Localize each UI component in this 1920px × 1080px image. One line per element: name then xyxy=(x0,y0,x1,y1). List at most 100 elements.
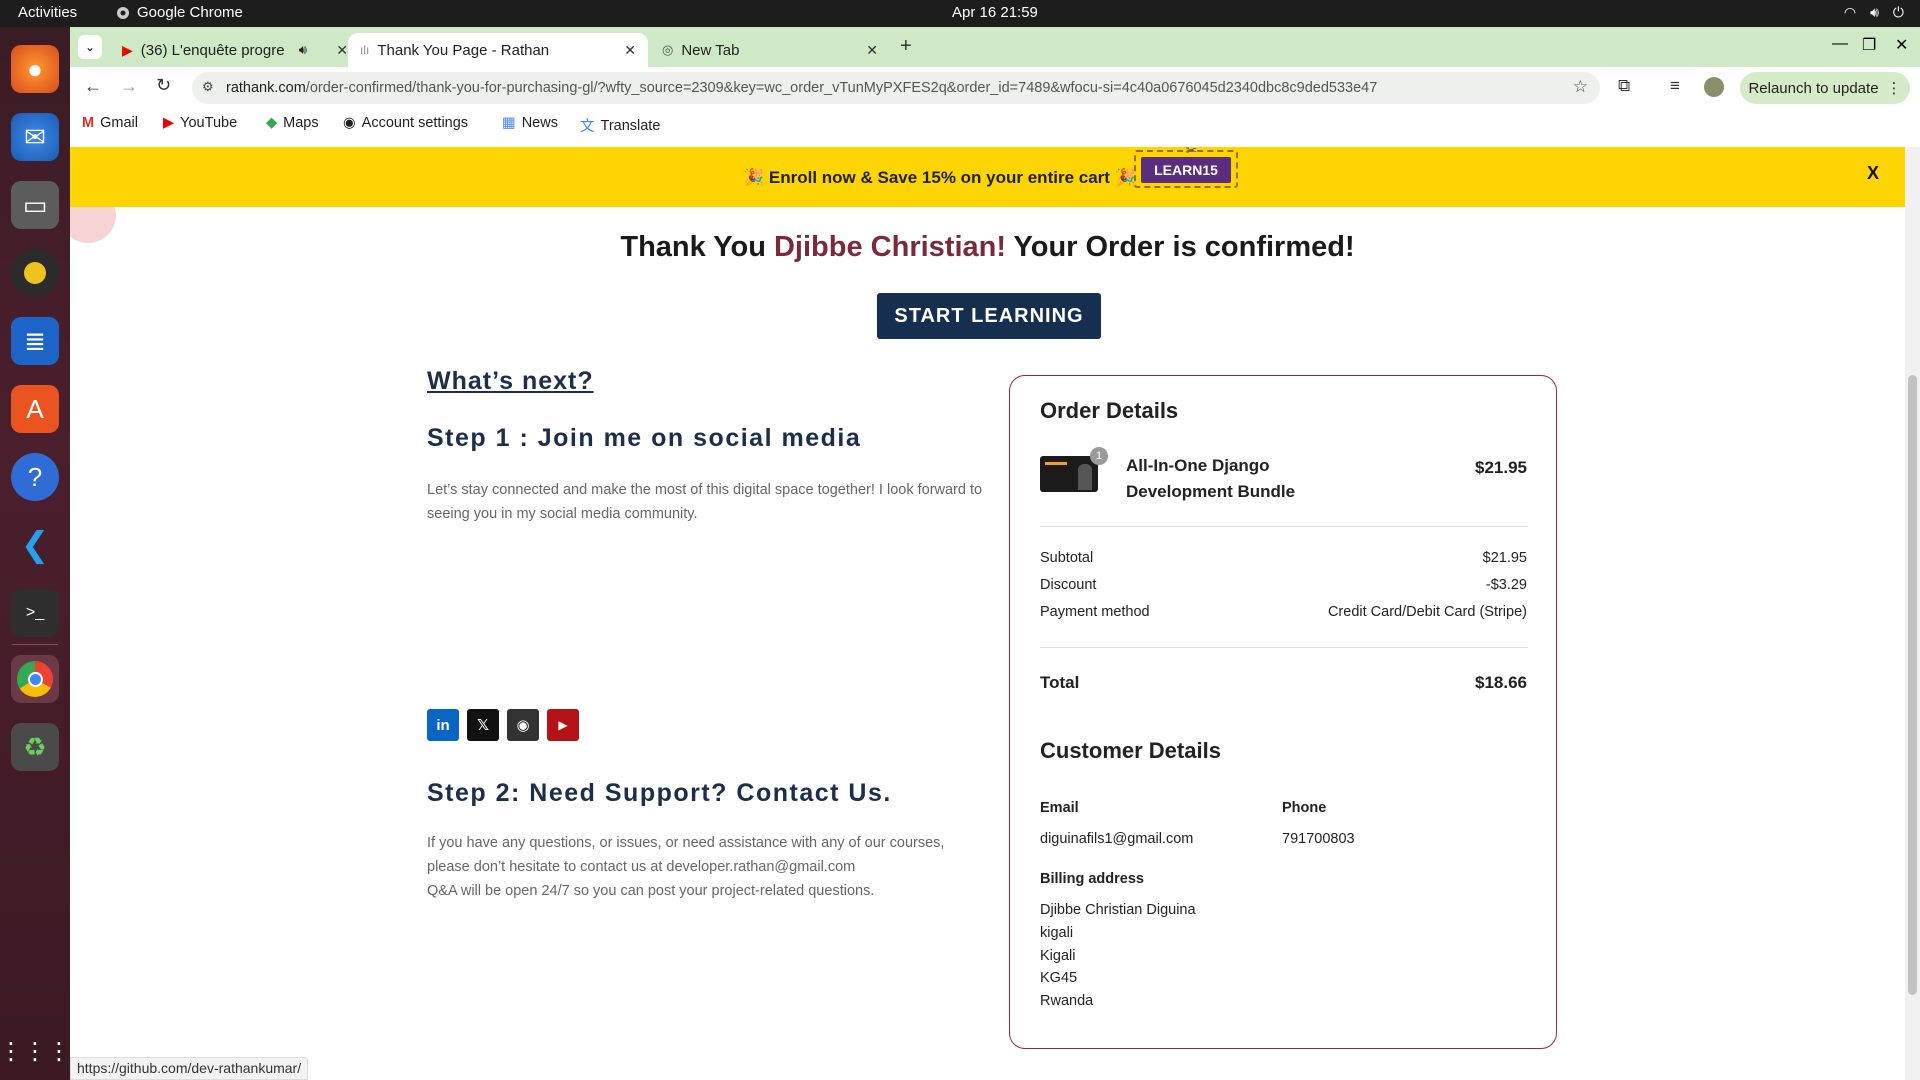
scrollbar-thumb[interactable] xyxy=(1908,375,1917,995)
order-details-heading: Order Details xyxy=(1040,398,1179,423)
vscode-icon[interactable]: ❮ xyxy=(11,521,59,569)
total-value: $18.66 xyxy=(1475,673,1527,692)
more-menu-icon: ⋮ xyxy=(1886,80,1902,97)
product-thumbnail xyxy=(1040,456,1098,492)
github-icon[interactable]: ◉ xyxy=(507,709,539,741)
bookmark-label: Gmail xyxy=(100,115,138,131)
step2-text: If you have any questions, or issues, or… xyxy=(427,831,1027,903)
close-tab-icon[interactable]: ✕ xyxy=(624,42,636,59)
app-center-icon[interactable]: A xyxy=(11,385,59,433)
files-icon[interactable]: ▭ xyxy=(11,181,59,229)
bookmark-maps[interactable]: ◆ Maps xyxy=(266,115,319,131)
trash-icon[interactable]: ♻ xyxy=(11,723,59,771)
rhythmbox-icon[interactable] xyxy=(11,249,59,297)
billing-line: KG45 xyxy=(1040,970,1078,986)
maps-icon: ◆ xyxy=(266,115,278,131)
billing-line: Rwanda xyxy=(1040,993,1094,1009)
youtube-icon[interactable]: ▶ xyxy=(547,709,579,741)
title-suffix: Your Order is confirmed! xyxy=(1006,231,1355,263)
bookmark-youtube[interactable]: ▶ YouTube xyxy=(163,115,237,131)
customer-name: Djibbe Christian! xyxy=(773,231,1006,263)
youtube-icon: ▶ xyxy=(163,115,175,131)
bookmarks-bar: M Gmail ▶ YouTube ◆ Maps ◉ Account settings … xyxy=(70,109,1920,139)
media-controls-icon[interactable]: ≡ xyxy=(1670,76,1680,96)
minimize-button[interactable]: — xyxy=(1832,35,1848,53)
bookmark-star-icon[interactable]: ☆ xyxy=(1566,77,1588,97)
support-email-line[interactable]: please don’t hesitate to contact us at d… xyxy=(427,855,1027,879)
total-label: Total xyxy=(1040,673,1080,692)
billing-address-label: Billing address xyxy=(1040,871,1144,887)
quantity-badge: 1 xyxy=(1090,447,1108,465)
url-path: /order-confirmed/thank-you-for-purchasin… xyxy=(305,80,1378,96)
step2-line: If you have any questions, or issues, or… xyxy=(427,835,945,851)
linkedin-icon[interactable]: in xyxy=(427,709,459,741)
promo-banner: 🎉 Enroll now & Save 15% on your entire c… xyxy=(70,147,1905,207)
divider xyxy=(1040,526,1528,527)
dock: ● ✉ ▭ ≣ A ? ❮ >_ ♻ ⋮⋮⋮ xyxy=(0,27,71,1080)
billing-line: kigali xyxy=(1040,925,1074,941)
writer-icon[interactable]: ≣ xyxy=(11,317,59,365)
bookmark-news[interactable]: ▦ News xyxy=(502,115,558,131)
extensions-icon[interactable]: ⧉ xyxy=(1618,76,1630,96)
product-name-line2: Development Bundle xyxy=(1126,482,1296,501)
bookmark-gmail[interactable]: M Gmail xyxy=(82,115,138,131)
help-icon[interactable]: ? xyxy=(11,453,59,501)
step1-text: Let’s stay connected and make the most o… xyxy=(427,482,983,522)
tab-youtube[interactable]: ▶ (36) L'enquête progre 🔊︎ ✕ xyxy=(110,33,360,67)
url-domain: rathank.com xyxy=(226,80,306,96)
promo-close-button[interactable]: X xyxy=(1867,163,1879,184)
close-window-button[interactable]: ✕ xyxy=(1895,35,1908,55)
x-icon[interactable]: 𝕏 xyxy=(467,709,499,741)
browser-toolbar: ← → ↻ ⚙ rathank.com/order-confirmed/than… xyxy=(70,67,1920,109)
bookmark-translate[interactable]: 文 Translate xyxy=(580,115,660,136)
avatar[interactable] xyxy=(1704,77,1724,97)
app-menu[interactable]: Google Chrome xyxy=(116,4,243,21)
youtube-icon: ▶ xyxy=(122,41,133,58)
site-info-icon[interactable]: ⚙ xyxy=(202,79,214,95)
step2-heading: Step 2: Need Support? Contact Us. xyxy=(427,779,892,807)
start-learning-button[interactable]: START LEARNING xyxy=(877,293,1101,339)
subtotal-label: Subtotal xyxy=(1040,550,1094,566)
new-tab-button[interactable]: + xyxy=(900,35,912,58)
divider xyxy=(1040,647,1528,648)
close-tab-icon[interactable]: ✕ xyxy=(866,42,878,59)
product-name-line1: All-In-One Django xyxy=(1126,456,1270,475)
page-icon: ılı xyxy=(360,43,370,57)
tab-thank-you[interactable]: ılı Thank You Page - Rathan ✕ xyxy=(348,33,648,67)
chrome-icon[interactable] xyxy=(11,655,59,703)
scissors-icon: ✂ xyxy=(1185,147,1198,158)
coupon-code-box[interactable]: LEARN15 ✂ xyxy=(1134,147,1238,188)
tab-strip: ⌄ ▶ (36) L'enquête progre 🔊︎ ✕ ılı Thank… xyxy=(70,27,1920,67)
page-scrollbar[interactable] xyxy=(1905,147,1920,1080)
coupon-code[interactable]: LEARN15 xyxy=(1141,157,1231,183)
close-tab-icon[interactable]: ✕ xyxy=(336,42,348,59)
show-apps-icon[interactable]: ⋮⋮⋮ xyxy=(0,1027,71,1075)
terminal-icon[interactable]: >_ xyxy=(11,589,59,637)
tab-title: Thank You Page - Rathan xyxy=(377,41,550,59)
firefox-icon[interactable]: ● xyxy=(11,45,59,93)
clock[interactable]: Apr 16 21:59 xyxy=(952,4,1038,21)
audio-icon[interactable]: 🔊︎ xyxy=(299,42,307,58)
email-label: Email xyxy=(1040,800,1079,816)
address-bar[interactable]: ⚙ rathank.com/order-confirmed/thank-you-… xyxy=(192,72,1600,104)
relaunch-label: Relaunch to update xyxy=(1748,79,1879,97)
tab-new-tab[interactable]: ◎ New Tab ✕ xyxy=(650,33,890,67)
forward-button[interactable]: → xyxy=(120,76,138,97)
reload-button[interactable]: ↻ xyxy=(156,75,171,96)
tab-search-icon[interactable]: ⌄ xyxy=(78,35,102,59)
bookmark-label: Translate xyxy=(600,117,661,134)
system-tray[interactable]: ◠ 🔊︎ ⏻ xyxy=(1844,4,1904,21)
whats-next-heading[interactable]: What’s next? xyxy=(427,367,594,396)
chrome-icon: ◎ xyxy=(662,42,674,57)
bookmark-account-settings[interactable]: ◉ Account settings xyxy=(343,115,468,131)
activities-button[interactable]: Activities xyxy=(18,4,77,21)
relaunch-button[interactable]: Relaunch to update ⋮ xyxy=(1740,72,1910,104)
thunderbird-icon[interactable]: ✉ xyxy=(11,113,59,161)
maximize-button[interactable]: ❐ xyxy=(1862,35,1876,55)
title-prefix: Thank You xyxy=(620,231,774,263)
back-button[interactable]: ← xyxy=(84,76,102,97)
web-page: 🎉 Enroll now & Save 15% on your entire c… xyxy=(70,147,1920,1080)
tab-title: (36) L'enquête progre xyxy=(140,41,285,59)
thumbnail-figure xyxy=(1078,464,1092,490)
phone-label: Phone xyxy=(1282,800,1327,816)
